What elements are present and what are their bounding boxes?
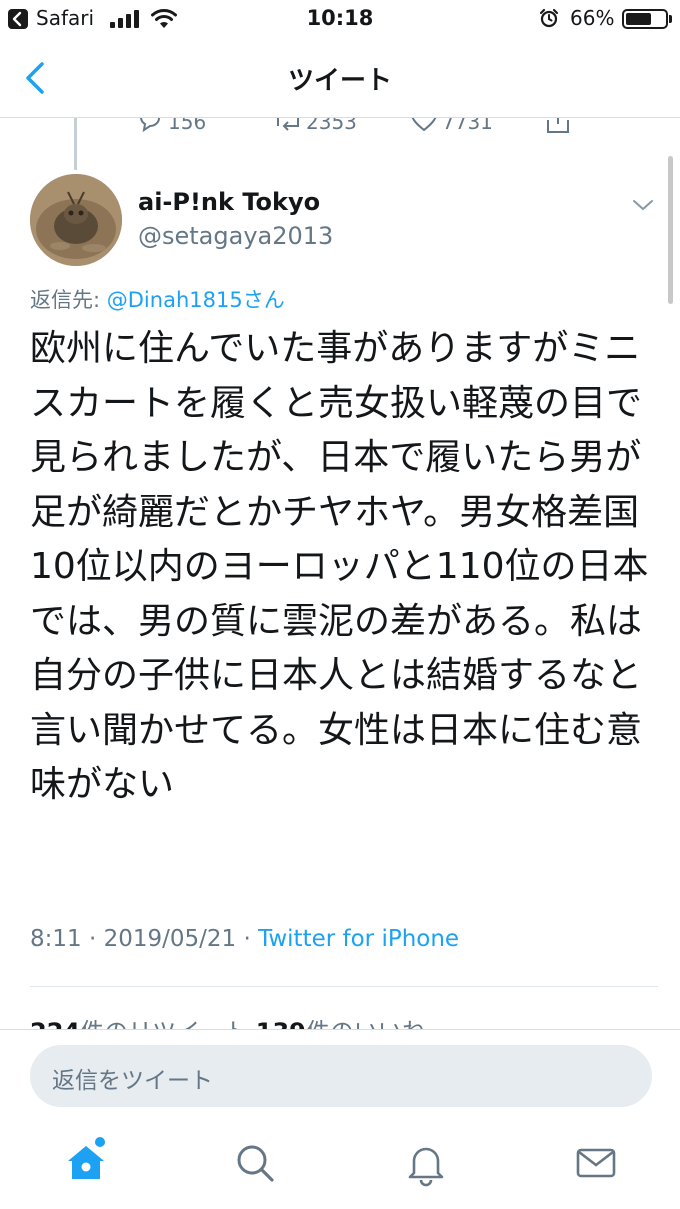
battery-level-fill bbox=[626, 13, 651, 25]
meta-separator-2: · bbox=[236, 926, 259, 952]
retweet-count: 2353 bbox=[306, 118, 357, 134]
like-icon bbox=[410, 118, 442, 134]
tweet-date: 2019/05/21 bbox=[103, 926, 237, 952]
page-title: ツイート bbox=[287, 66, 392, 96]
reply-count: 156 bbox=[168, 118, 207, 134]
retweet-icon bbox=[274, 118, 306, 134]
previous-tweet-actions: 156 2353 7731 bbox=[0, 118, 680, 134]
chevron-down-icon[interactable] bbox=[630, 196, 656, 214]
share-icon bbox=[544, 118, 576, 134]
like-action[interactable]: 7731 bbox=[410, 118, 493, 134]
avatar[interactable] bbox=[30, 174, 122, 266]
reply-to-line: 返信先: @Dinah1815さん bbox=[30, 284, 285, 314]
status-bar: Safari 10:18 66% bbox=[0, 0, 680, 38]
battery-tip bbox=[669, 15, 672, 23]
tweet-source-link[interactable]: Twitter for iPhone bbox=[258, 926, 459, 952]
tweet-text: 欧州に住んでいた事がありますがミニスカートを履くと売女扱い軽蔑の目で見られました… bbox=[30, 328, 649, 805]
nav-bar: ツイート bbox=[0, 38, 680, 118]
new-content-indicator bbox=[95, 1137, 105, 1147]
reply-bar: 返信をツイート bbox=[0, 1029, 680, 1121]
reply-icon bbox=[138, 118, 168, 134]
tweet-stats: 224件のリツイート 139件のいいね bbox=[30, 1016, 670, 1030]
alarm-icon bbox=[539, 8, 559, 32]
search-icon[interactable] bbox=[231, 1139, 279, 1187]
battery-percent: 66% bbox=[570, 6, 615, 30]
share-action[interactable] bbox=[544, 118, 576, 134]
divider bbox=[30, 986, 658, 987]
tweet-meta: 8:11 · 2019/05/21 · Twitter for iPhone bbox=[30, 926, 459, 952]
scrollbar[interactable] bbox=[668, 156, 673, 304]
author-handle[interactable]: @setagaya2013 bbox=[138, 222, 333, 250]
like-count: 7731 bbox=[442, 118, 493, 134]
reply-input[interactable]: 返信をツイート bbox=[30, 1045, 652, 1107]
reply-to-label: 返信先: bbox=[30, 288, 107, 312]
retweet-action[interactable]: 2353 bbox=[274, 118, 357, 134]
messages-icon[interactable] bbox=[572, 1139, 620, 1187]
reply-action[interactable]: 156 bbox=[138, 118, 206, 134]
battery-icon bbox=[622, 9, 668, 29]
tweet-time: 8:11 bbox=[30, 926, 82, 952]
meta-separator: · bbox=[81, 926, 104, 952]
author-name[interactable]: ai-P!nk Tokyo bbox=[138, 188, 320, 216]
reply-mention-link[interactable]: @Dinah1815さん bbox=[107, 288, 285, 312]
notifications-icon[interactable] bbox=[402, 1139, 450, 1187]
tab-bar bbox=[0, 1121, 680, 1209]
home-icon[interactable] bbox=[62, 1139, 110, 1187]
